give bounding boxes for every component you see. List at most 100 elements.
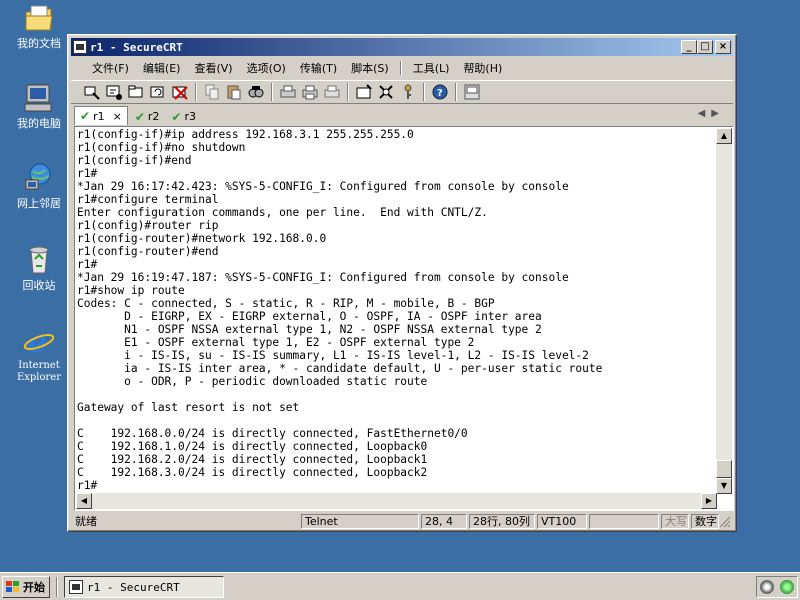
desktop-icon-label: 回收站: [22, 279, 56, 292]
disconnect-icon[interactable]: [171, 83, 189, 101]
desktop-icon-network[interactable]: 网上邻居: [4, 162, 74, 210]
desktop-icon-label: 我的电脑: [17, 117, 61, 130]
tab-scroll-arrows[interactable]: ◀▶: [698, 108, 725, 119]
maximize-button[interactable]: □: [697, 40, 713, 54]
help-icon[interactable]: ?: [431, 83, 449, 101]
toolbar-separator: [423, 83, 425, 101]
vertical-scroll-thumb[interactable]: [716, 460, 732, 478]
desktop-icon-recycle-bin[interactable]: 回收站: [4, 244, 74, 292]
terminal-line: Codes: C - connected, S - static, R - RI…: [77, 297, 495, 310]
global-options-icon[interactable]: [377, 83, 395, 101]
menu-tools[interactable]: 工具(L): [406, 60, 457, 76]
terminal-line: N1 - OSPF NSSA external type 1, N2 - OSP…: [77, 323, 542, 336]
tray-volume-icon[interactable]: [760, 580, 774, 594]
terminal-output[interactable]: r1(config-if)#ip address 192.168.3.1 255…: [76, 128, 717, 494]
status-emulation: VT100: [537, 514, 587, 529]
status-caps-lock: 大写: [661, 514, 689, 529]
session-options-icon[interactable]: [355, 83, 373, 101]
system-tray: [756, 576, 798, 598]
print-selection-icon[interactable]: [301, 83, 319, 101]
resize-grip-icon[interactable]: [719, 516, 731, 528]
desktop-icon-internet-explorer[interactable]: e Internet Explorer: [4, 325, 74, 384]
scroll-up-button[interactable]: ▲: [716, 128, 732, 144]
terminal-line: C 192.168.2.0/24 is directly connected, …: [77, 453, 428, 466]
copy-icon[interactable]: [203, 83, 221, 101]
keymap-icon[interactable]: [463, 83, 481, 101]
menu-bar: 文件(F) 编辑(E) 查看(V) 选项(O) 传输(T) 脚本(S) 工具(L…: [71, 58, 733, 78]
tab-r2[interactable]: ✔ r2: [130, 108, 165, 125]
paste-icon[interactable]: [225, 83, 243, 101]
status-cursor-position: 28, 4: [421, 514, 467, 529]
menu-options[interactable]: 选项(O): [240, 60, 293, 76]
toolbar: ?: [71, 80, 733, 104]
terminal-line: r1(config-router)#network 192.168.0.0: [77, 232, 327, 245]
minimize-button[interactable]: _: [681, 40, 697, 54]
status-empty-cell: [589, 514, 659, 529]
menu-edit[interactable]: 编辑(E): [136, 60, 188, 76]
taskbar-separator: [56, 577, 58, 597]
close-button[interactable]: ×: [715, 40, 731, 54]
scroll-left-button[interactable]: ◀: [76, 493, 92, 509]
recycle-bin-icon: [23, 244, 55, 276]
start-button[interactable]: 开始: [2, 576, 50, 598]
tab-label: r1: [93, 109, 105, 123]
terminal-line: i - IS-IS, su - IS-IS summary, L1 - IS-I…: [77, 349, 589, 362]
connect-in-tab-icon[interactable]: [127, 83, 145, 101]
desktop-icon-my-documents[interactable]: 我的文档: [4, 2, 74, 50]
computer-icon: [23, 82, 55, 114]
svg-text:?: ?: [437, 88, 443, 99]
terminal-line: r1(config-if)#no shutdown: [77, 141, 246, 154]
quick-connect-icon[interactable]: [105, 83, 123, 101]
terminal-line: r1#show ip route: [77, 284, 185, 297]
tab-r3[interactable]: ✔ r3: [166, 108, 201, 125]
desktop-icon-my-computer[interactable]: 我的电脑: [4, 82, 74, 130]
tray-network-icon[interactable]: [780, 580, 794, 594]
toolbar-separator: [455, 83, 457, 101]
terminal-line: *Jan 29 16:17:42.423: %SYS-5-CONFIG_I: C…: [77, 180, 569, 193]
terminal-line: r1#: [77, 258, 98, 271]
securecrt-app-icon[interactable]: [73, 40, 87, 54]
globe-icon: [23, 162, 55, 194]
scroll-right-button[interactable]: ▶: [701, 493, 717, 509]
menu-script[interactable]: 脚本(S): [344, 60, 396, 76]
menu-file[interactable]: 文件(F): [85, 60, 136, 76]
terminal-line: D - EIGRP, EX - EIGRP external, O - OSPF…: [77, 310, 542, 323]
print-icon[interactable]: [323, 83, 341, 101]
menu-view[interactable]: 查看(V): [187, 60, 239, 76]
tab-r1[interactable]: ✔ r1 ×: [74, 106, 128, 125]
terminal-area[interactable]: r1(config-if)#ip address 192.168.3.1 255…: [74, 126, 734, 511]
key-icon[interactable]: [399, 83, 417, 101]
find-icon[interactable]: [247, 83, 265, 101]
title-bar[interactable]: r1 - SecureCRT _ □ ×: [71, 38, 733, 56]
folder-icon: [23, 2, 55, 34]
connect-icon[interactable]: [83, 83, 101, 101]
horizontal-scrollbar[interactable]: ◀ ▶: [76, 493, 717, 509]
securecrt-app-icon: [69, 580, 83, 594]
terminal-line: o - ODR, P - periodic downloaded static …: [77, 375, 428, 388]
desktop-icon-label: Internet Explorer: [16, 360, 62, 383]
terminal-line: r1(config-router)#end: [77, 245, 219, 258]
connected-check-icon: ✔: [134, 109, 145, 124]
internet-explorer-icon: e: [23, 325, 55, 360]
toolbar-separator: [271, 83, 273, 101]
terminal-line: r1#: [77, 479, 98, 492]
scroll-down-button[interactable]: ▼: [716, 478, 732, 494]
taskbar: 开始 r1 - SecureCRT: [0, 572, 800, 600]
taskbar-task-title: r1 - SecureCRT: [87, 580, 180, 594]
terminal-line: Enter configuration commands, one per li…: [77, 206, 488, 219]
menu-transfer[interactable]: 传输(T): [293, 60, 344, 76]
tab-label: r2: [147, 110, 160, 123]
tab-close-icon[interactable]: ×: [113, 110, 122, 123]
taskbar-securecrt-button[interactable]: r1 - SecureCRT: [64, 576, 224, 598]
terminal-line: r1(config-if)#end: [77, 154, 192, 167]
toolbar-separator: [347, 83, 349, 101]
print-setup-icon[interactable]: [279, 83, 297, 101]
windows-logo-icon: [6, 581, 20, 593]
reconnect-icon[interactable]: [149, 83, 167, 101]
vertical-scrollbar[interactable]: ▲ ▼: [716, 128, 732, 494]
terminal-line: r1#: [77, 167, 98, 180]
terminal-line: C 192.168.0.0/24 is directly connected, …: [77, 427, 468, 440]
securecrt-window: r1 - SecureCRT _ □ × 文件(F) 编辑(E) 查看(V) 选…: [67, 34, 737, 532]
menu-help[interactable]: 帮助(H): [456, 60, 509, 76]
